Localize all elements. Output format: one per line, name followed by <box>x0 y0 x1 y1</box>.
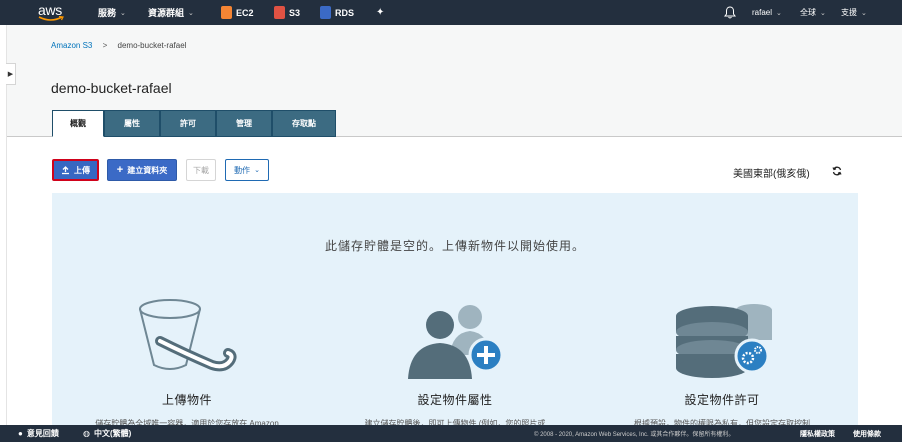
shortcut-label: S3 <box>289 7 301 18</box>
user-label: rafael <box>752 8 773 17</box>
card-title-upload: 上傳物件 <box>161 393 212 407</box>
tab-access-points[interactable]: 存取點 <box>272 110 336 137</box>
breadcrumb: Amazon S3 > demo-bucket-rafael <box>51 41 186 50</box>
language-selector[interactable]: ◍ 中文(繁體) <box>83 425 131 442</box>
language-label: 中文(繁體) <box>93 429 132 438</box>
shortcut-rds[interactable]: RDS <box>320 0 354 25</box>
chevron-down-icon: ⌄ <box>820 9 826 17</box>
create-folder-label: 建立資料夾 <box>127 165 168 175</box>
user-settings-icon <box>408 305 504 379</box>
aws-smile-icon <box>38 16 64 21</box>
services-menu[interactable]: 服務 ⌄ <box>98 0 126 25</box>
download-button[interactable]: 下載 <box>186 159 216 181</box>
chevron-down-icon: ⌄ <box>861 9 867 17</box>
shortcut-label: EC2 <box>236 7 254 18</box>
resource-groups-label: 資源群組 <box>148 8 185 18</box>
pin-icon[interactable]: ✦ <box>376 0 384 25</box>
card-title-properties: 設定物件屬性 <box>417 393 493 407</box>
tab-management[interactable]: 管理 <box>216 110 272 137</box>
tab-permissions[interactable]: 許可 <box>160 110 216 137</box>
region-label: 美國東部(俄亥俄) <box>733 169 810 180</box>
footer-bar: ● 意見回饋 ◍ 中文(繁體) © 2008 - 2020, Amazon We… <box>0 425 902 442</box>
card-title-permissions: 設定物件許可 <box>684 393 760 407</box>
globe-icon: ◍ <box>83 429 90 438</box>
upload-label: 上傳 <box>74 165 90 175</box>
notification-bell-icon[interactable] <box>724 6 736 19</box>
sidebar-rail <box>6 25 7 425</box>
chevron-right-icon: ▶ <box>7 71 14 78</box>
empty-bucket-panel: 此儲存貯體是空的。上傳新物件以開始使用。 上傳物件 儲存貯體為全域唯一容器，適用… <box>52 193 858 433</box>
global-label: 全球 <box>800 8 816 17</box>
breadcrumb-root-link[interactable]: Amazon S3 <box>51 41 92 50</box>
rds-icon <box>320 6 331 19</box>
copyright-text: © 2008 - 2020, Amazon Web Services, Inc.… <box>534 432 735 438</box>
actions-label: 動作 <box>234 165 251 175</box>
global-menu[interactable]: 全球 ⌄ <box>800 0 826 25</box>
top-navigation-bar: aws 服務 ⌄ 資源群組 ⌄ EC2 S3 RDS ✦ rafael ⌄ 全球… <box>0 0 902 25</box>
refresh-icon[interactable] <box>832 166 842 176</box>
breadcrumb-separator: > <box>102 41 108 50</box>
chevron-down-icon: ⌄ <box>776 9 782 17</box>
aws-logo[interactable]: aws <box>36 2 70 23</box>
services-label: 服務 <box>98 8 117 18</box>
actions-dropdown[interactable]: 動作 ⌄ <box>225 159 269 181</box>
chevron-down-icon: ⌄ <box>120 9 126 17</box>
bucket-icon <box>139 299 237 372</box>
upload-icon <box>62 165 69 174</box>
plus-icon: + <box>116 164 124 176</box>
support-menu[interactable]: 支援 ⌄ <box>841 0 867 25</box>
tab-overview[interactable]: 概觀 <box>52 110 104 137</box>
feedback-link[interactable]: ● 意見回饋 <box>18 425 59 442</box>
ec2-icon <box>221 6 232 19</box>
sidebar-toggle-button[interactable]: ▶ <box>6 63 16 85</box>
s3-icon <box>274 6 285 19</box>
chevron-down-icon: ⌄ <box>188 9 194 17</box>
upload-button[interactable]: 上傳 <box>52 159 99 181</box>
terms-of-use-link[interactable]: 使用條款 <box>853 425 881 442</box>
chevron-down-icon: ⌄ <box>254 167 260 174</box>
tab-bar: 概觀 屬性 許可 管理 存取點 <box>52 110 336 137</box>
chat-bubble-icon: ● <box>18 429 23 438</box>
database-settings-icon <box>676 304 772 378</box>
tab-properties[interactable]: 屬性 <box>104 110 160 137</box>
user-menu[interactable]: rafael ⌄ <box>752 0 782 25</box>
shortcut-s3[interactable]: S3 <box>274 0 300 25</box>
feedback-label: 意見回饋 <box>26 429 59 438</box>
create-folder-button[interactable]: + 建立資料夾 <box>107 159 177 181</box>
empty-bucket-message: 此儲存貯體是空的。上傳新物件以開始使用。 <box>324 239 585 253</box>
shortcut-label: RDS <box>335 7 355 18</box>
support-label: 支援 <box>841 8 857 17</box>
shortcut-ec2[interactable]: EC2 <box>221 0 254 25</box>
resource-groups-menu[interactable]: 資源群組 ⌄ <box>148 0 194 25</box>
privacy-policy-link[interactable]: 隱私權政策 <box>800 425 835 442</box>
breadcrumb-current: demo-bucket-rafael <box>117 41 187 50</box>
page-title: demo-bucket-rafael <box>51 80 172 96</box>
